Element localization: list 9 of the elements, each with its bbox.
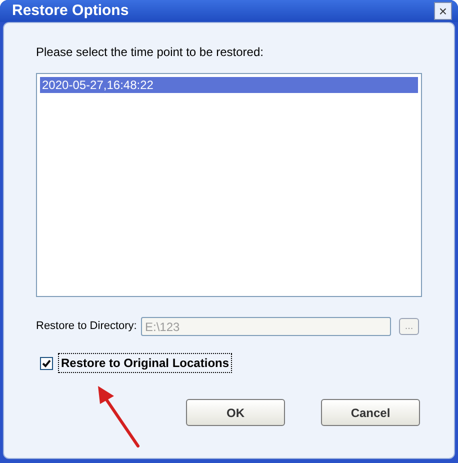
time-point-list[interactable]: 2020-05-27,16:48:22: [36, 73, 422, 297]
checkbox-label[interactable]: Restore to Original Locations: [58, 353, 232, 373]
prompt-label: Please select the time point to be restored:: [36, 45, 264, 59]
ok-button[interactable]: OK: [186, 399, 285, 426]
directory-label: Restore to Directory:: [36, 319, 138, 334]
cancel-button[interactable]: Cancel: [321, 399, 420, 426]
window-title: Restore Options: [12, 0, 129, 21]
close-button[interactable]: ×: [434, 2, 452, 20]
time-point-item[interactable]: 2020-05-27,16:48:22: [40, 77, 418, 93]
